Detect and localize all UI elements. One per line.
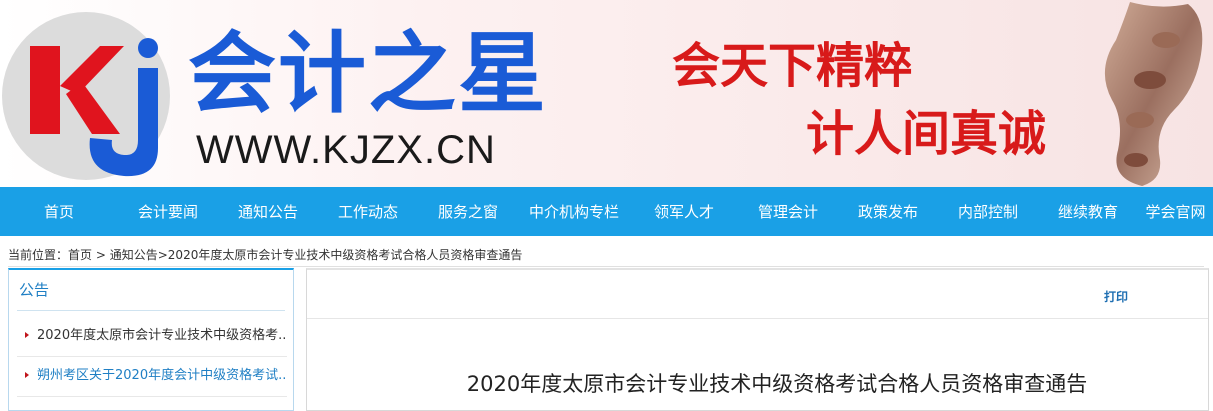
breadcrumb-home[interactable]: 首页 (68, 248, 92, 262)
nav-item-management-accounting[interactable]: 管理会计 (738, 201, 838, 222)
nav-item-continuing-education[interactable]: 继续教育 (1038, 201, 1138, 222)
nav-item-notices[interactable]: 通知公告 (218, 201, 318, 222)
announcement-sidebar: 公告 2020年度太原市会计专业技术中级资格考... 朔州考区关于2020年度会… (8, 268, 294, 411)
nav-item-work-updates[interactable]: 工作动态 (318, 201, 418, 222)
breadcrumb: 当前位置：首页 > 通知公告>2020年度太原市会计专业技术中级资格考试合格人员… (8, 244, 1204, 267)
brand-url: WWW.KJZX.CN (196, 128, 496, 172)
breadcrumb-section[interactable]: 通知公告 (110, 248, 158, 262)
article-title: 2020年度太原市会计专业技术中级资格考试合格人员资格审查通告 (466, 372, 1088, 396)
nav-item-society-website[interactable]: 学会官网 (1138, 201, 1213, 222)
breadcrumb-separator: > (92, 248, 110, 262)
nav-item-service-window[interactable]: 服务之窗 (418, 201, 518, 222)
sidebar-item-label: 朔州考区关于2020年度会计中级资格考试... (37, 368, 287, 383)
kj-logo[interactable] (20, 8, 170, 178)
article-toolbar: 打印 (307, 270, 1208, 319)
sidebar-list-item[interactable]: 2020年度太原市会计专业技术中级资格考... (17, 316, 287, 357)
slogan-line-2: 计人间真诚 (806, 106, 1047, 162)
sidebar-item-label: 2020年度太原市会计专业技术中级资格考... (37, 328, 287, 343)
breadcrumb-separator: > (157, 248, 168, 262)
breadcrumb-current: 2020年度太原市会计专业技术中级资格考试合格人员资格审查通告 (167, 248, 523, 262)
nav-item-internal-control[interactable]: 内部控制 (938, 201, 1038, 222)
nav-item-accounting-news[interactable]: 会计要闻 (118, 201, 218, 222)
nav-item-intermediary-agencies[interactable]: 中介机构专栏 (518, 201, 630, 222)
print-button[interactable]: 打印 (1104, 288, 1128, 305)
main-nav: 首页 会计要闻 通知公告 工作动态 服务之窗 中介机构专栏 领军人才 管理会计 … (0, 187, 1213, 236)
triangle-bullet-icon (25, 331, 29, 338)
breadcrumb-prefix: 当前位置： (8, 248, 69, 262)
carved-relief-ornament (1104, 2, 1203, 186)
nav-item-policy-release[interactable]: 政策发布 (838, 201, 938, 222)
nav-item-leading-talents[interactable]: 领军人才 (630, 201, 738, 222)
brand-name: 会计之星 (188, 22, 549, 125)
header-banner: 会计之星 WWW.KJZX.CN 会天下精粹 计人间真诚 (0, 0, 1213, 187)
slogan-line-1: 会天下精粹 (672, 38, 913, 94)
article-panel: 打印 2020年度太原市会计专业技术中级资格考试合格人员资格审查通告 (306, 268, 1209, 411)
nav-item-home[interactable]: 首页 (0, 201, 118, 222)
triangle-bullet-icon (25, 371, 29, 378)
sidebar-list-item[interactable]: 朔州考区关于2020年度会计中级资格考试... (17, 356, 287, 397)
sidebar-title: 公告 (17, 270, 285, 311)
